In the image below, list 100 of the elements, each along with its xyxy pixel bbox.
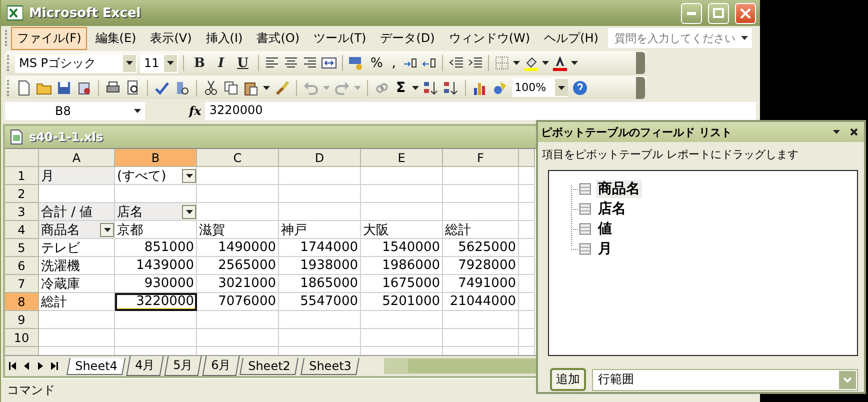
previous-sheet-icon[interactable] — [23, 362, 30, 370]
sheet-tab[interactable]: 4月 — [126, 356, 164, 376]
menu-item[interactable]: 表示(V) — [144, 26, 198, 50]
column-header[interactable]: A — [39, 149, 115, 167]
close-icon[interactable] — [850, 128, 858, 136]
autosum-button[interactable]: Σ — [394, 80, 408, 96]
menu-item[interactable]: ツール(T) — [308, 26, 372, 50]
table-cell: 7928000 — [443, 257, 519, 275]
row-header[interactable]: 1 — [5, 167, 39, 185]
permission-icon[interactable] — [76, 80, 92, 96]
menu-item[interactable]: データ(D) — [374, 26, 441, 50]
font-size-field[interactable]: 11 — [140, 54, 178, 72]
percent-button[interactable]: % — [367, 56, 386, 70]
field-icon — [579, 202, 593, 216]
italic-button[interactable]: I — [213, 56, 230, 70]
sort-descending-icon[interactable] — [442, 80, 459, 96]
last-sheet-icon[interactable] — [51, 362, 58, 370]
options-arrow-icon[interactable] — [833, 130, 840, 134]
dropdown-arrow-icon[interactable] — [512, 61, 520, 65]
sheet-tab[interactable]: 6月 — [202, 356, 240, 376]
dropdown-arrow-icon[interactable] — [104, 228, 110, 232]
row-header[interactable]: 5 — [5, 239, 39, 257]
table-cell — [519, 257, 535, 275]
spellcheck-icon[interactable] — [154, 80, 170, 96]
column-header[interactable]: E — [361, 149, 443, 167]
print-icon[interactable] — [105, 80, 121, 96]
font-name-field[interactable]: MS Pゴシック — [15, 54, 137, 72]
sheet-tab[interactable]: Sheet4 — [66, 358, 126, 374]
scissors-icon[interactable] — [203, 80, 219, 96]
area-dropdown[interactable]: 行範囲 — [592, 368, 858, 390]
column-header[interactable]: B — [115, 149, 197, 167]
field-item[interactable]: 値 — [596, 220, 614, 238]
column-header[interactable]: F — [443, 149, 519, 167]
row-header[interactable]: 7 — [5, 275, 39, 293]
dropdown-arrow-icon[interactable] — [126, 61, 133, 65]
menu-item[interactable]: ファイル(F) — [11, 26, 88, 50]
dropdown-arrow-icon[interactable] — [412, 86, 419, 90]
row-header[interactable]: 8 — [5, 293, 39, 311]
help-search-field[interactable]: 質問を入力してください — [608, 28, 752, 48]
copy-icon[interactable] — [223, 80, 239, 96]
menu-item[interactable]: 編集(E) — [89, 26, 142, 50]
save-icon[interactable] — [56, 80, 72, 96]
dropdown-arrow-icon[interactable] — [741, 36, 748, 40]
table-cell: 1439000 — [115, 257, 197, 275]
menu-item[interactable]: 挿入(I) — [200, 26, 249, 50]
comma-button[interactable]: , — [388, 56, 399, 70]
sheet-tab[interactable]: 5月 — [164, 356, 202, 376]
field-item[interactable]: 商品名 — [596, 180, 642, 198]
name-box[interactable]: B8 — [5, 102, 145, 120]
toolbar-options-button[interactable] — [636, 76, 645, 98]
new-document-icon[interactable] — [16, 80, 32, 96]
minimize-button[interactable] — [681, 2, 702, 24]
window-title: Microsoft Excel — [29, 6, 142, 20]
drawing-icon[interactable] — [492, 80, 508, 96]
research-icon[interactable] — [174, 80, 190, 96]
table-cell — [519, 167, 535, 185]
first-sheet-icon[interactable] — [9, 362, 16, 370]
insert-function-button[interactable]: fx — [189, 104, 202, 118]
merge-cells-icon[interactable] — [321, 55, 338, 71]
table-cell[interactable]: (すべて) — [117, 166, 166, 184]
dropdown-arrow-icon[interactable] — [167, 61, 174, 65]
fill-color-icon[interactable] — [522, 55, 539, 71]
menu-item[interactable]: ウィンドウ(W) — [442, 26, 536, 50]
zoom-field[interactable]: 100% — [512, 78, 568, 97]
currency-icon[interactable] — [348, 55, 364, 71]
row-header[interactable]: 9 — [5, 311, 39, 329]
field-item[interactable]: 店名 — [596, 200, 628, 218]
sort-ascending-icon[interactable] — [422, 80, 439, 96]
column-header[interactable]: D — [279, 149, 361, 167]
help-icon[interactable] — [572, 80, 588, 96]
dropdown-arrow-icon[interactable] — [263, 86, 270, 90]
dropdown-arrow-icon[interactable] — [570, 61, 578, 65]
formula-field[interactable]: 3220000 — [205, 102, 756, 120]
row-header[interactable]: 2 — [5, 185, 39, 203]
add-button[interactable]: 追加 — [550, 368, 586, 391]
row-header[interactable]: 3 — [5, 203, 39, 221]
field-item[interactable]: 月 — [596, 240, 614, 258]
column-header[interactable]: C — [197, 149, 279, 167]
row-header[interactable]: 6 — [5, 257, 39, 275]
maximize-button[interactable] — [708, 2, 729, 24]
row-header[interactable]: 10 — [5, 329, 39, 347]
bold-button[interactable]: B — [189, 56, 210, 70]
underline-button[interactable]: U — [232, 56, 254, 70]
dropdown-arrow-icon[interactable] — [542, 61, 549, 65]
dropdown-arrow-icon[interactable] — [558, 86, 565, 90]
sheet-tab[interactable]: Sheet3 — [300, 358, 360, 374]
dropdown-arrow-icon[interactable] — [134, 109, 141, 113]
table-cell: 3021000 — [197, 275, 279, 293]
next-sheet-icon[interactable] — [37, 362, 44, 370]
menu-item[interactable]: ヘルプ(H) — [538, 26, 604, 50]
close-button[interactable] — [735, 2, 756, 24]
dropdown-arrow-icon[interactable] — [186, 174, 192, 178]
row-header[interactable]: 4 — [5, 221, 39, 239]
menu-item[interactable]: 書式(O) — [250, 26, 306, 50]
table-cell: 851000 — [115, 239, 197, 257]
sheet-tab[interactable]: Sheet2 — [240, 358, 300, 374]
brush-icon[interactable] — [274, 80, 290, 96]
dropdown-arrow-icon[interactable] — [186, 210, 192, 214]
font-color-icon[interactable] — [552, 55, 568, 71]
paste-icon[interactable] — [243, 80, 259, 96]
